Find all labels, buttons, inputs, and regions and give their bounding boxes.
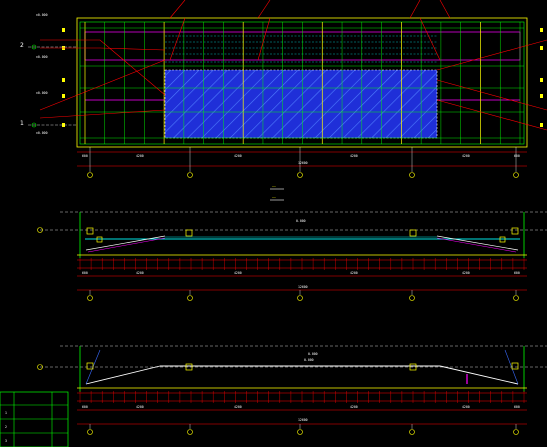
- sec-b-dim-1: 600: [82, 405, 88, 409]
- sec-a-dim-6: 600: [514, 271, 520, 275]
- table-row-2-id: 2: [5, 425, 7, 429]
- sec-a-dim-3: 4200: [234, 271, 242, 275]
- legend-item-1: ——: [272, 184, 276, 188]
- sec-a-dim-5: 4200: [462, 271, 470, 275]
- section-b-ticks: [79, 391, 525, 403]
- hatched-region: [164, 69, 438, 139]
- axis-circle: [513, 295, 519, 301]
- axis-circle: [409, 295, 415, 301]
- upper-dashed-lines: [165, 35, 437, 63]
- axis-circle: [513, 429, 519, 435]
- row-marker-1: 1: [20, 120, 24, 127]
- section-b: 0.000 0.000 600 4200 4200 4200 4200 600 …: [37, 345, 547, 435]
- axis-circle: [409, 172, 415, 178]
- legend: —— ——: [270, 184, 284, 201]
- sec-a-dim-4: 4200: [350, 271, 358, 275]
- edge-marker: [540, 46, 543, 50]
- plan-dim-3: 4200: [234, 154, 242, 158]
- sec-b-dim-3: 4200: [234, 405, 242, 409]
- section-b-dimension-text: 600 4200 4200 4200 4200 600 12600: [82, 405, 520, 422]
- axis-circle: [187, 172, 193, 178]
- plan-vertical-grid: [62, 22, 543, 144]
- axis-circle: [297, 429, 303, 435]
- sec-b-dim-6: 600: [514, 405, 520, 409]
- edge-marker: [540, 123, 543, 127]
- section-b-title-1: 0.000: [308, 352, 318, 356]
- axis-circle: [513, 172, 519, 178]
- plan-level-labels: ±0.000 ±0.000 ±0.000 ±0.000: [36, 13, 48, 135]
- level-label-3: ±0.000: [36, 91, 48, 95]
- section-a: 0.000 600 4200 4200 4200 4200 600 12600: [37, 211, 547, 301]
- axis-circle: [87, 172, 93, 178]
- plan-dim-4: 4200: [350, 154, 358, 158]
- edge-marker: [540, 28, 543, 32]
- legend-item-2: ——: [272, 195, 276, 199]
- schedule-table: 1 2 3: [0, 391, 69, 447]
- sec-a-dim-1: 600: [82, 271, 88, 275]
- plan-dim-1: 600: [82, 154, 88, 158]
- axis-circle: [297, 295, 303, 301]
- axis-circle: [297, 172, 303, 178]
- sec-b-dim-2: 4200: [136, 405, 144, 409]
- edge-marker: [540, 78, 543, 82]
- section-a-ticks: [79, 258, 525, 270]
- sec-b-overall-dim: 12600: [298, 418, 308, 422]
- edge-marker: [62, 94, 65, 98]
- row-marker-2: 2: [20, 42, 24, 49]
- section-b-column-axes: [87, 424, 519, 435]
- plan-dim-5: 4200: [462, 154, 470, 158]
- axis-circle: [87, 429, 93, 435]
- plan-dim-6: 600: [514, 154, 520, 158]
- level-label-1: ±0.000: [36, 13, 48, 17]
- section-b-title-2: 0.000: [304, 358, 314, 362]
- edge-marker: [62, 28, 65, 32]
- section-a-dimension-text: 600 4200 4200 4200 4200 600 12600: [82, 271, 520, 289]
- sec-b-dim-5: 4200: [462, 405, 470, 409]
- sec-a-overall-dim: 12600: [298, 285, 308, 289]
- cad-drawing: 2 1 ±0.000 ±0.000 ±0.000 ±0.000 600 4200…: [0, 0, 547, 447]
- axis-circle: [187, 295, 193, 301]
- section-a-title: 0.000: [296, 219, 306, 223]
- plan-overall-dim: 12600: [298, 161, 308, 165]
- axis-circle: [87, 295, 93, 301]
- table-row-3-id: 3: [5, 439, 7, 443]
- edge-marker: [540, 94, 543, 98]
- cad-drawing-canvas: 2 1 ±0.000 ±0.000 ±0.000 ±0.000 600 4200…: [0, 0, 547, 447]
- sec-b-dim-4: 4200: [350, 405, 358, 409]
- axis-circle: [187, 429, 193, 435]
- plan-row-markers: 2 1: [20, 42, 77, 128]
- level-label-2: ±0.000: [36, 55, 48, 59]
- table-row-1-id: 1: [5, 411, 7, 415]
- plan-dimension-text: 600 4200 4200 4200 4200 600 12600: [82, 154, 520, 165]
- section-a-column-axes: [87, 290, 519, 301]
- sec-a-dim-2: 4200: [136, 271, 144, 275]
- level-label-4: ±0.000: [36, 131, 48, 135]
- plan-view: 2 1 ±0.000 ±0.000 ±0.000 ±0.000 600 4200…: [20, 0, 547, 178]
- edge-marker: [62, 78, 65, 82]
- plan-dim-2: 4200: [136, 154, 144, 158]
- axis-circle: [409, 429, 415, 435]
